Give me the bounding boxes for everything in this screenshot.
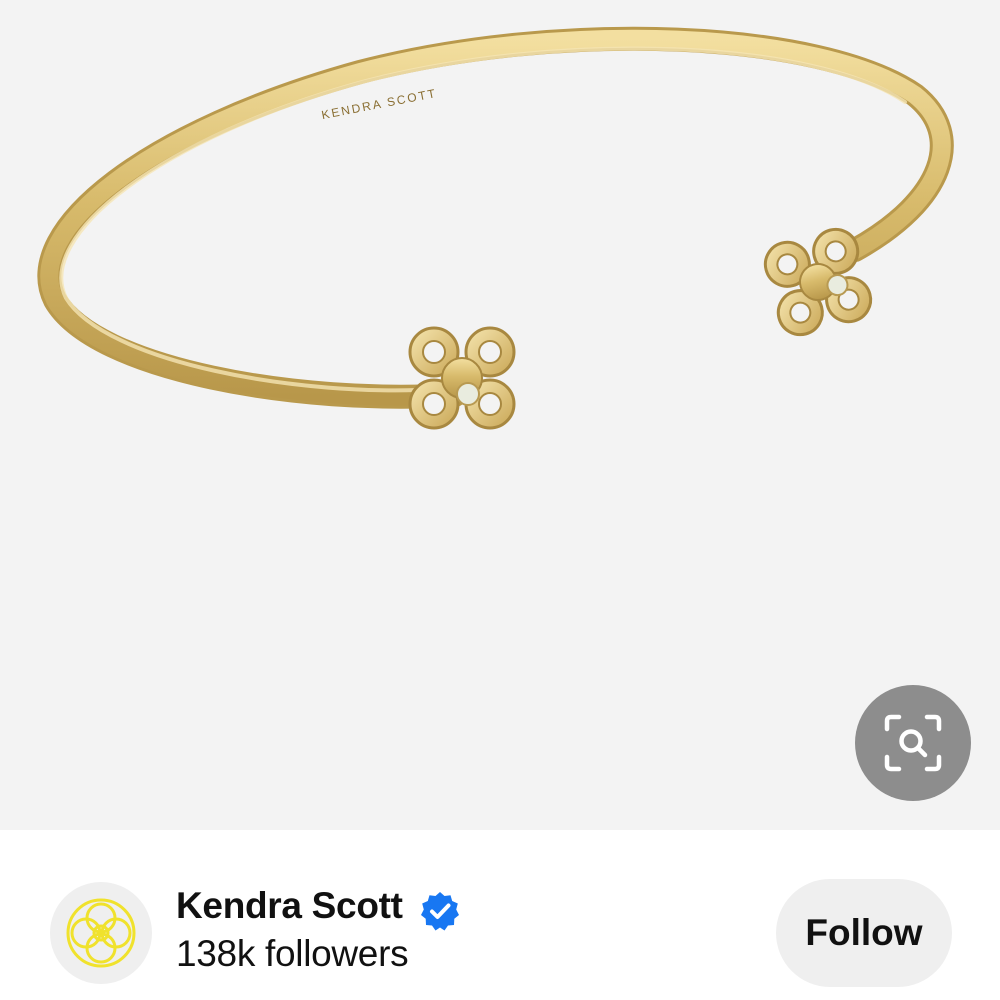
visual-search-icon	[884, 714, 942, 772]
creator-avatar[interactable]	[50, 882, 152, 984]
creator-name[interactable]: Kendra Scott	[176, 885, 403, 927]
verified-badge-icon	[421, 892, 459, 931]
bracelet-image: KENDRA SCOTT	[37, 26, 954, 430]
visual-search-button[interactable]	[855, 685, 971, 801]
pin-image[interactable]: KENDRA SCOTT	[0, 0, 1000, 830]
engraving-text: KENDRA SCOTT	[320, 86, 438, 122]
follower-count: 138k followers	[176, 933, 409, 974]
kendra-scott-logo-icon	[66, 898, 136, 968]
left-flower-end	[408, 326, 516, 430]
follow-button[interactable]: Follow	[776, 879, 952, 987]
